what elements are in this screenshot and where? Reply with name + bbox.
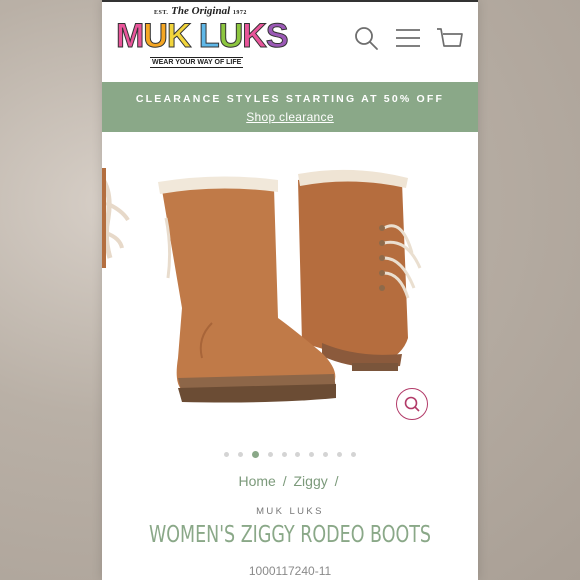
product-gallery[interactable] — [102, 132, 478, 459]
search-icon[interactable] — [352, 24, 380, 52]
gallery-dots — [102, 446, 478, 459]
breadcrumb-separator: / — [282, 473, 287, 489]
brand-logo[interactable]: EST. The Original 1972 MUK LUKS WEAR YOU… — [115, 5, 289, 71]
product-vendor: MUK LUKS — [256, 506, 324, 517]
shop-clearance-link[interactable]: Shop clearance — [246, 110, 334, 124]
product-sku: 1000117240-11 — [248, 564, 332, 578]
gallery-dot[interactable] — [336, 452, 342, 458]
menu-icon[interactable] — [394, 24, 422, 52]
promo-banner: CLEARANCE STYLES STARTING AT 50% OFF Sho… — [102, 82, 478, 132]
gallery-dot[interactable] — [281, 452, 287, 458]
zoom-button[interactable] — [396, 388, 428, 420]
gallery-dot[interactable] — [295, 452, 301, 458]
logo-tagline: WEAR YOUR WAY OF LIFE — [150, 57, 244, 68]
gallery-dot[interactable] — [224, 452, 230, 458]
breadcrumb-category[interactable]: Ziggy — [294, 473, 328, 489]
gallery-dot[interactable] — [309, 452, 315, 458]
gallery-dot[interactable] — [350, 452, 356, 458]
gallery-dot[interactable] — [322, 452, 328, 458]
product-title: WOMEN'S ZIGGY RODEO BOOTS — [148, 522, 431, 548]
gallery-dot-active[interactable] — [252, 451, 260, 459]
cart-icon[interactable] — [436, 24, 464, 52]
gallery-dot[interactable] — [238, 452, 244, 458]
phone-screen: EST. The Original 1972 MUK LUKS WEAR YOU… — [102, 0, 478, 580]
gallery-dot[interactable] — [267, 452, 273, 458]
breadcrumb-separator: / — [334, 473, 339, 489]
breadcrumb: Home / Ziggy / — [0, 473, 580, 489]
breadcrumb-home[interactable]: Home — [238, 473, 275, 489]
site-header: EST. The Original 1972 MUK LUKS WEAR YOU… — [102, 2, 478, 82]
promo-text: CLEARANCE STYLES STARTING AT 50% OFF — [135, 93, 445, 105]
product-image — [102, 168, 422, 403]
logo-wordmark: MUK LUKS — [115, 17, 288, 56]
zoom-icon — [404, 396, 420, 412]
